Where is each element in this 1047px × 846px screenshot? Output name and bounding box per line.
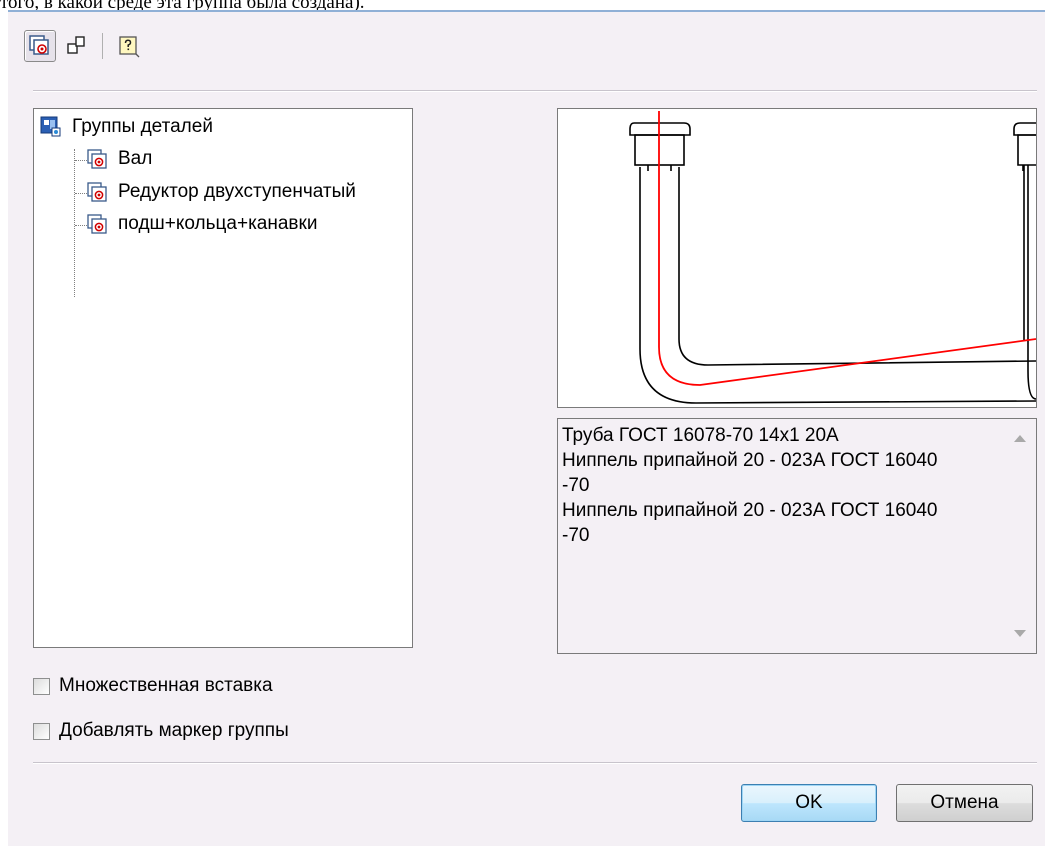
tree-item[interactable]: Вал [86, 145, 152, 173]
tree-item-label: Редуктор двухступенчатый [118, 181, 356, 202]
multiple-insert-option[interactable]: Множественная вставка [33, 675, 273, 697]
tree-connector [74, 149, 75, 297]
detail-group-icon [87, 214, 107, 234]
ok-button[interactable]: OK [741, 784, 877, 822]
tree-item[interactable]: Редуктор двухступенчатый [86, 178, 356, 206]
ok-button-label: OK [795, 792, 823, 813]
help-icon [119, 36, 140, 58]
add-group-marker-label: Добавлять маркер группы [59, 720, 289, 741]
group-view-button[interactable] [24, 30, 56, 62]
detail-group-icon [87, 149, 107, 169]
content-line: Ниппель припайной 20 - 023А ГОСТ 16040 [562, 500, 938, 521]
tree-item-label: подш+кольца+канавки [118, 213, 318, 234]
scroll-down-icon[interactable] [1014, 630, 1026, 637]
cancel-button-label: Отмена [930, 792, 999, 813]
content-line: Ниппель припайной 20 - 023А ГОСТ 16040 [562, 450, 938, 471]
group-view-icon [29, 35, 49, 55]
tree-root-label: Группы деталей [72, 116, 213, 137]
vertical-scrollbar[interactable] [1004, 419, 1036, 653]
pipe-inner-wall [678, 167, 1036, 366]
group-contents-text[interactable]: Труба ГОСТ 16078-70 14х1 20А Ниппель при… [557, 418, 1037, 654]
help-button[interactable] [113, 30, 145, 62]
right-fitting [1013, 122, 1036, 171]
pipe-outer-wall [639, 167, 1036, 404]
pipe-drawing [629, 111, 1036, 404]
pipe-axis-line [658, 111, 1036, 386]
dialog-toolbar [24, 28, 149, 64]
group-preview [557, 108, 1037, 408]
add-group-marker-option[interactable]: Добавлять маркер группы [33, 720, 289, 742]
content-line: -70 [562, 525, 590, 546]
content-line: -70 [562, 475, 590, 496]
multiple-insert-label: Множественная вставка [59, 675, 273, 696]
cancel-button[interactable]: Отмена [896, 784, 1033, 822]
tree-item-label: Вал [118, 148, 153, 169]
group-contents-list: Труба ГОСТ 16078-70 14х1 20А Ниппель при… [562, 423, 998, 548]
toolbar-divider [33, 90, 1037, 92]
content-line: Труба ГОСТ 16078-70 14х1 20А [562, 425, 839, 446]
multiple-insert-checkbox[interactable] [33, 677, 50, 695]
buttons-divider [33, 762, 1037, 764]
layout-button[interactable] [60, 30, 92, 62]
toolbar-separator [102, 33, 103, 59]
scroll-up-icon[interactable] [1014, 435, 1026, 442]
layout-icon [67, 36, 85, 54]
groups-root-icon [40, 116, 61, 137]
tree-item[interactable]: подш+кольца+канавки [86, 210, 317, 238]
tree-root-item[interactable]: Группы деталей [40, 113, 213, 141]
group-tree[interactable]: Группы деталей Вал Редуктор двухступенча… [33, 108, 413, 648]
detail-group-icon [87, 182, 107, 202]
left-fitting [629, 122, 691, 171]
add-group-marker-checkbox[interactable] [33, 722, 50, 740]
pipe-outer-wall-right [1027, 165, 1036, 400]
